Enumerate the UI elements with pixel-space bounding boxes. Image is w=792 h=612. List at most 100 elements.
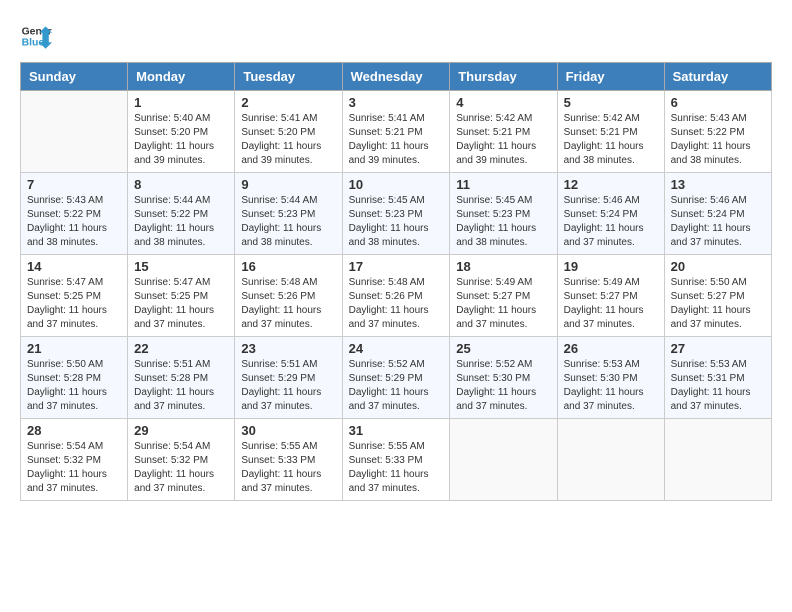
day-number: 15 [134, 259, 228, 274]
calendar-day-18: 18 Sunrise: 5:49 AM Sunset: 5:27 PM Dayli… [450, 255, 557, 337]
calendar-header-thursday: Thursday [450, 63, 557, 91]
day-number: 18 [456, 259, 550, 274]
day-info: Sunrise: 5:46 AM Sunset: 5:24 PM Dayligh… [671, 194, 765, 250]
day-info: Sunrise: 5:45 AM Sunset: 5:23 PM Dayligh… [456, 194, 550, 250]
calendar-week-row: 1 Sunrise: 5:40 AM Sunset: 5:20 PM Daylig… [21, 91, 772, 173]
day-info: Sunrise: 5:42 AM Sunset: 5:21 PM Dayligh… [564, 112, 658, 168]
day-number: 4 [456, 95, 550, 110]
day-number: 31 [349, 423, 444, 438]
day-number: 6 [671, 95, 765, 110]
calendar-day-29: 29Sunrise: 5:54 AM Sunset: 5:32 PM Dayli… [128, 419, 235, 501]
calendar-day-12: 12 Sunrise: 5:46 AM Sunset: 5:24 PM Dayli… [557, 173, 664, 255]
day-number: 13 [671, 177, 765, 192]
day-info: Sunrise: 5:42 AM Sunset: 5:21 PM Dayligh… [456, 112, 550, 168]
calendar-day-31: 31 Sunrise: 5:55 AM Sunset: 5:33 PM Dayli… [342, 419, 450, 501]
day-info: Sunrise: 5:46 AM Sunset: 5:24 PM Dayligh… [564, 194, 658, 250]
calendar-week-row: 7 Sunrise: 5:43 AM Sunset: 5:22 PM Daylig… [21, 173, 772, 255]
calendar-header-monday: Monday [128, 63, 235, 91]
day-number: 16 [241, 259, 335, 274]
calendar-header-row: SundayMondayTuesdayWednesdayThursdayFrid… [21, 63, 772, 91]
day-number: 20 [671, 259, 765, 274]
calendar-day-17: 17Sunrise: 5:48 AM Sunset: 5:26 PM Dayli… [342, 255, 450, 337]
day-number: 10 [349, 177, 444, 192]
calendar-empty-cell [557, 419, 664, 501]
day-number: 25 [456, 341, 550, 356]
calendar-empty-cell [21, 91, 128, 173]
day-info: Sunrise: 5:49 AM Sunset: 5:27 PM Dayligh… [456, 276, 550, 332]
day-info: Sunrise: 5:41 AM Sunset: 5:20 PM Dayligh… [241, 112, 335, 168]
calendar-day-10: 10 Sunrise: 5:45 AM Sunset: 5:23 PM Dayli… [342, 173, 450, 255]
day-info: Sunrise: 5:54 AM Sunset: 5:32 PM Dayligh… [27, 440, 121, 496]
calendar-header-wednesday: Wednesday [342, 63, 450, 91]
day-info: Sunrise: 5:49 AM Sunset: 5:27 PM Dayligh… [564, 276, 658, 332]
day-info: Sunrise: 5:51 AM Sunset: 5:28 PM Dayligh… [134, 358, 228, 414]
calendar-day-13: 13 Sunrise: 5:46 AM Sunset: 5:24 PM Dayli… [664, 173, 771, 255]
calendar-day-23: 23 Sunrise: 5:51 AM Sunset: 5:29 PM Dayli… [235, 337, 342, 419]
calendar-week-row: 14 Sunrise: 5:47 AM Sunset: 5:25 PM Dayli… [21, 255, 772, 337]
calendar-day-8: 8 Sunrise: 5:44 AM Sunset: 5:22 PM Daylig… [128, 173, 235, 255]
calendar-day-7: 7 Sunrise: 5:43 AM Sunset: 5:22 PM Daylig… [21, 173, 128, 255]
day-info: Sunrise: 5:40 AM Sunset: 5:20 PM Dayligh… [134, 112, 228, 168]
day-number: 12 [564, 177, 658, 192]
day-info: Sunrise: 5:51 AM Sunset: 5:29 PM Dayligh… [241, 358, 335, 414]
calendar-day-15: 15 Sunrise: 5:47 AM Sunset: 5:25 PM Dayli… [128, 255, 235, 337]
day-info: Sunrise: 5:43 AM Sunset: 5:22 PM Dayligh… [671, 112, 765, 168]
calendar-header-saturday: Saturday [664, 63, 771, 91]
calendar-day-9: 9 Sunrise: 5:44 AM Sunset: 5:23 PM Daylig… [235, 173, 342, 255]
day-number: 22 [134, 341, 228, 356]
calendar-day-1: 1 Sunrise: 5:40 AM Sunset: 5:20 PM Daylig… [128, 91, 235, 173]
day-info: Sunrise: 5:55 AM Sunset: 5:33 PM Dayligh… [349, 440, 444, 496]
calendar-table: SundayMondayTuesdayWednesdayThursdayFrid… [20, 62, 772, 501]
day-number: 7 [27, 177, 121, 192]
day-number: 24 [349, 341, 444, 356]
calendar-header-sunday: Sunday [21, 63, 128, 91]
calendar-day-28: 28 Sunrise: 5:54 AM Sunset: 5:32 PM Dayli… [21, 419, 128, 501]
calendar-header-tuesday: Tuesday [235, 63, 342, 91]
day-info: Sunrise: 5:50 AM Sunset: 5:27 PM Dayligh… [671, 276, 765, 332]
day-number: 30 [241, 423, 335, 438]
calendar-day-26: 26 Sunrise: 5:53 AM Sunset: 5:30 PM Dayli… [557, 337, 664, 419]
calendar-empty-cell [450, 419, 557, 501]
day-number: 28 [27, 423, 121, 438]
day-info: Sunrise: 5:53 AM Sunset: 5:30 PM Dayligh… [564, 358, 658, 414]
calendar-day-3: 3 Sunrise: 5:41 AM Sunset: 5:21 PM Daylig… [342, 91, 450, 173]
day-info: Sunrise: 5:44 AM Sunset: 5:23 PM Dayligh… [241, 194, 335, 250]
day-number: 23 [241, 341, 335, 356]
calendar-day-14: 14Sunrise: 5:47 AM Sunset: 5:25 PM Dayli… [21, 255, 128, 337]
calendar-day-19: 19 Sunrise: 5:49 AM Sunset: 5:27 PM Dayli… [557, 255, 664, 337]
day-number: 9 [241, 177, 335, 192]
calendar-day-2: 2Sunrise: 5:41 AM Sunset: 5:20 PM Daylig… [235, 91, 342, 173]
day-info: Sunrise: 5:55 AM Sunset: 5:33 PM Dayligh… [241, 440, 335, 496]
day-number: 19 [564, 259, 658, 274]
logo: General Blue [20, 20, 56, 52]
day-number: 3 [349, 95, 444, 110]
calendar-day-27: 27 Sunrise: 5:53 AM Sunset: 5:31 PM Dayli… [664, 337, 771, 419]
day-info: Sunrise: 5:43 AM Sunset: 5:22 PM Dayligh… [27, 194, 121, 250]
page-header: General Blue [20, 20, 772, 52]
day-number: 27 [671, 341, 765, 356]
day-number: 14 [27, 259, 121, 274]
day-info: Sunrise: 5:52 AM Sunset: 5:30 PM Dayligh… [456, 358, 550, 414]
calendar-day-11: 11 Sunrise: 5:45 AM Sunset: 5:23 PM Dayli… [450, 173, 557, 255]
day-number: 5 [564, 95, 658, 110]
day-info: Sunrise: 5:44 AM Sunset: 5:22 PM Dayligh… [134, 194, 228, 250]
day-info: Sunrise: 5:41 AM Sunset: 5:21 PM Dayligh… [349, 112, 444, 168]
day-number: 8 [134, 177, 228, 192]
day-info: Sunrise: 5:53 AM Sunset: 5:31 PM Dayligh… [671, 358, 765, 414]
day-number: 26 [564, 341, 658, 356]
calendar-empty-cell [664, 419, 771, 501]
day-info: Sunrise: 5:45 AM Sunset: 5:23 PM Dayligh… [349, 194, 444, 250]
calendar-day-22: 22 Sunrise: 5:51 AM Sunset: 5:28 PM Dayli… [128, 337, 235, 419]
day-number: 21 [27, 341, 121, 356]
calendar-week-row: 28 Sunrise: 5:54 AM Sunset: 5:32 PM Dayli… [21, 419, 772, 501]
day-info: Sunrise: 5:47 AM Sunset: 5:25 PM Dayligh… [134, 276, 228, 332]
day-number: 1 [134, 95, 228, 110]
calendar-day-4: 4 Sunrise: 5:42 AM Sunset: 5:21 PM Daylig… [450, 91, 557, 173]
day-number: 11 [456, 177, 550, 192]
calendar-day-24: 24Sunrise: 5:52 AM Sunset: 5:29 PM Dayli… [342, 337, 450, 419]
calendar-day-20: 20 Sunrise: 5:50 AM Sunset: 5:27 PM Dayli… [664, 255, 771, 337]
day-number: 29 [134, 423, 228, 438]
day-info: Sunrise: 5:48 AM Sunset: 5:26 PM Dayligh… [241, 276, 335, 332]
calendar-day-21: 21Sunrise: 5:50 AM Sunset: 5:28 PM Dayli… [21, 337, 128, 419]
logo-icon: General Blue [20, 20, 52, 52]
